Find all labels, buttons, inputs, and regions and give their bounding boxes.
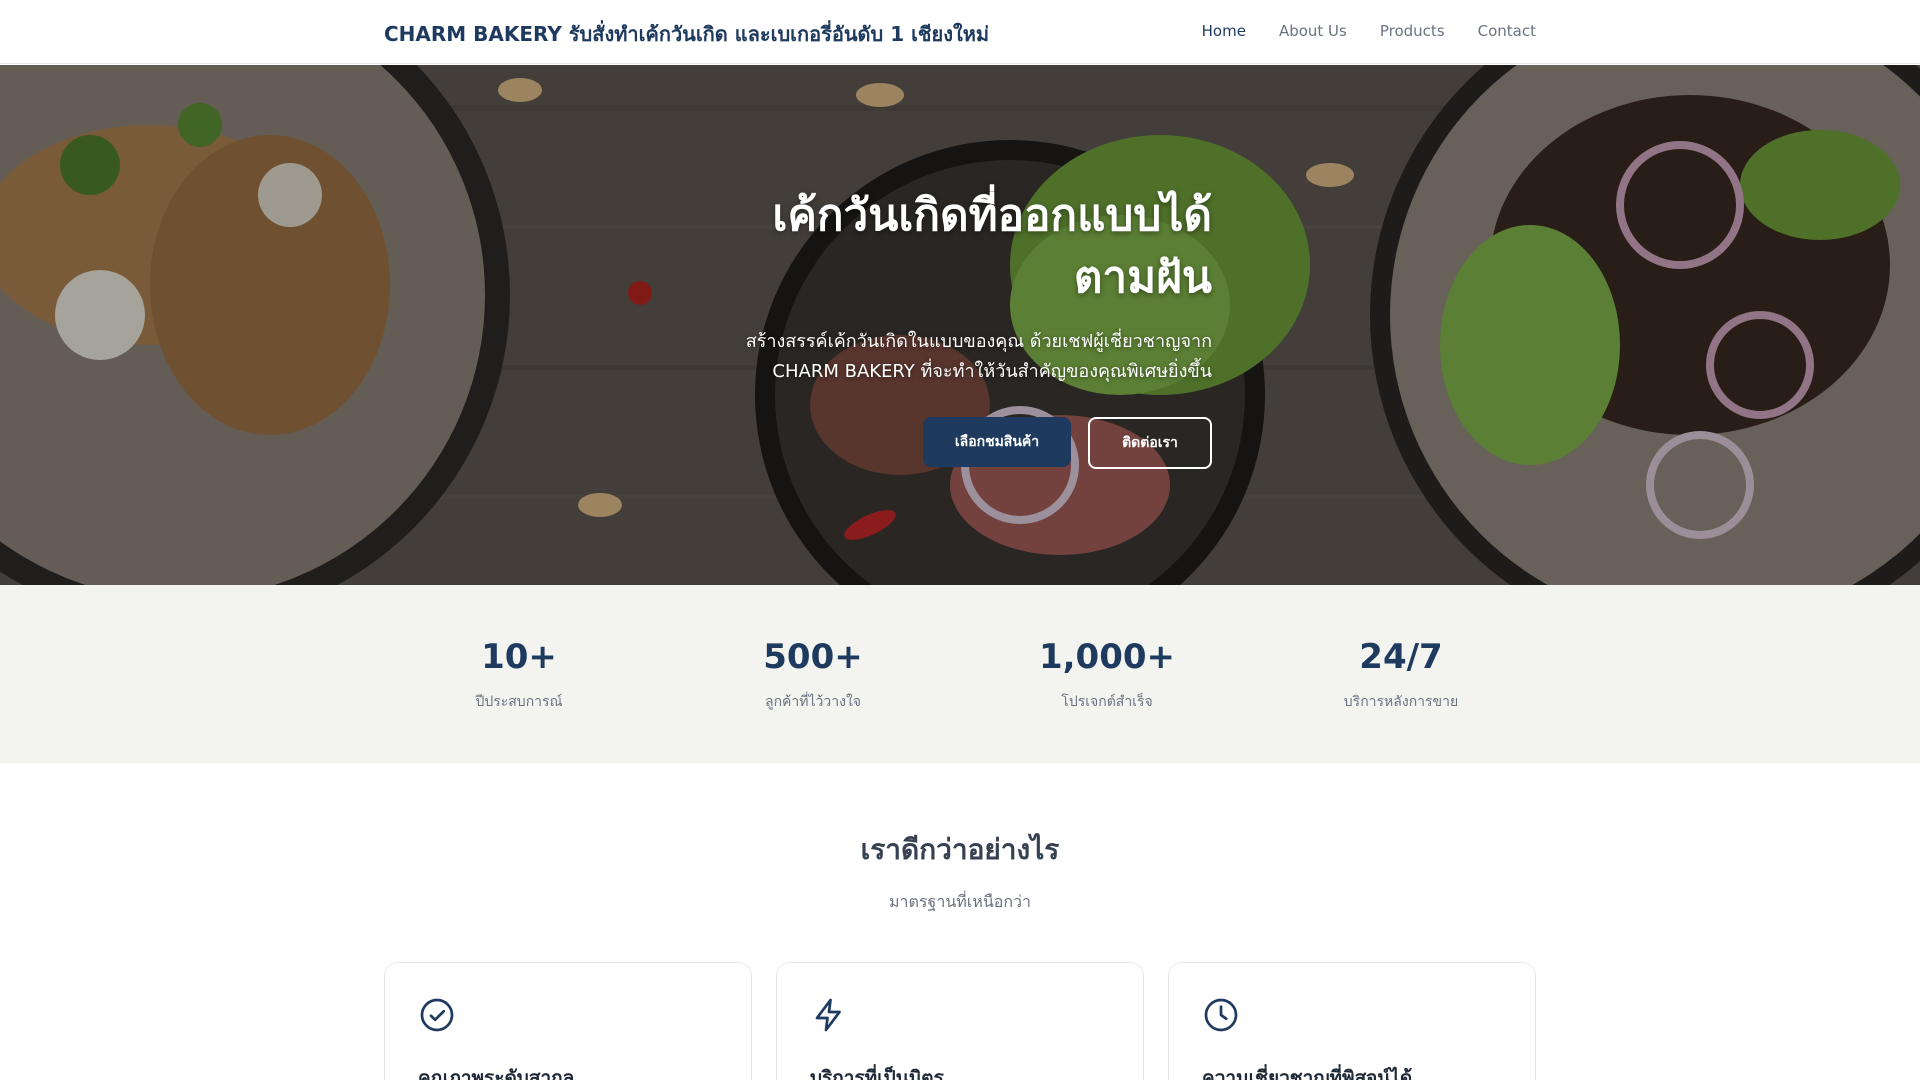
features-subtitle: มาตรฐานที่เหนือกว่า [888,892,1032,911]
feature-card-service: บริการที่เป็นมิตร [776,962,1144,1080]
feature-card-title: บริการที่เป็นมิตร [810,1067,944,1080]
stat-value: 24/7 [1359,637,1443,677]
feature-card-expertise: ความเชี่ยวชาญที่พิสูจน์ได้ [1168,962,1536,1080]
hero-subtitle: สร้างสรรค์เค้กวันเกิดในแบบของคุณ ด้วยเชฟ… [700,327,1212,387]
stat-value: 1,000+ [1038,637,1176,677]
nav-link-products[interactable]: Products [1380,22,1445,40]
hero-subtitle-line-2: CHARM BAKERY ที่จะทำให้วันสำคัญของคุณพิเ… [772,361,1212,382]
stat-item-experience: 10+ ปีประสบการณ์ [399,637,639,713]
stat-value: 10+ [481,637,557,677]
navbar: CHARM BAKERY รับสั่งทำเค้กวันเกิด และเบเ… [0,0,1920,64]
hero-title: เค้กวันเกิดที่ออกแบบได้ ตามฝัน [700,185,1212,309]
stat-value: 500+ [763,637,863,677]
nav-link-contact[interactable]: Contact [1478,22,1536,40]
stat-item-projects: 1,000+ โปรเจกต์สำเร็จ [987,637,1227,713]
hero-title-line-2: ตามฝัน [1073,252,1212,303]
features-title: เราดีกว่าอย่างไร [860,833,1060,866]
stat-label: ปีประสบการณ์ [475,694,563,710]
hero-content: เค้กวันเกิดที่ออกแบบได้ ตามฝัน สร้างสรรค… [700,185,1212,469]
main-nav: Home About Us Products Contact [1202,22,1536,40]
clock-icon [1204,998,1238,1032]
stat-label: โปรเจกต์สำเร็จ [1061,694,1153,710]
hero-buttons: เลือกชมสินค้า ติดต่อเรา [700,417,1212,469]
stat-item-customers: 500+ ลูกค้าที่ไว้วางใจ [693,637,933,713]
stats-section: 10+ ปีประสบการณ์ 500+ ลูกค้าที่ไว้วางใจ … [0,585,1920,763]
browse-products-button[interactable]: เลือกชมสินค้า [923,417,1071,467]
nav-link-about-us[interactable]: About Us [1279,22,1347,40]
check-circle-icon [420,998,454,1032]
stat-label: ลูกค้าที่ไว้วางใจ [764,694,861,710]
stat-item-support: 24/7 บริการหลังการขาย [1281,637,1521,713]
lightning-icon [815,998,841,1032]
hero-title-line-1: เค้กวันเกิดที่ออกแบบได้ [772,190,1212,241]
contact-us-button[interactable]: ติดต่อเรา [1088,417,1212,469]
hero-section: เค้กวันเกิดที่ออกแบบได้ ตามฝัน สร้างสรรค… [0,65,1920,585]
brand-logo-link[interactable]: CHARM BAKERY รับสั่งทำเค้กวันเกิด และเบเ… [384,18,989,50]
stat-label: บริการหลังการขาย [1343,694,1459,710]
feature-card-quality: คุณภาพระดับสากล [384,962,752,1080]
nav-link-home[interactable]: Home [1202,22,1246,40]
feature-card-title: คุณภาพระดับสากล [418,1067,575,1080]
feature-card-title: ความเชี่ยวชาญที่พิสูจน์ได้ [1202,1067,1413,1080]
hero-subtitle-line-1: สร้างสรรค์เค้กวันเกิดในแบบของคุณ ด้วยเชฟ… [745,331,1212,352]
